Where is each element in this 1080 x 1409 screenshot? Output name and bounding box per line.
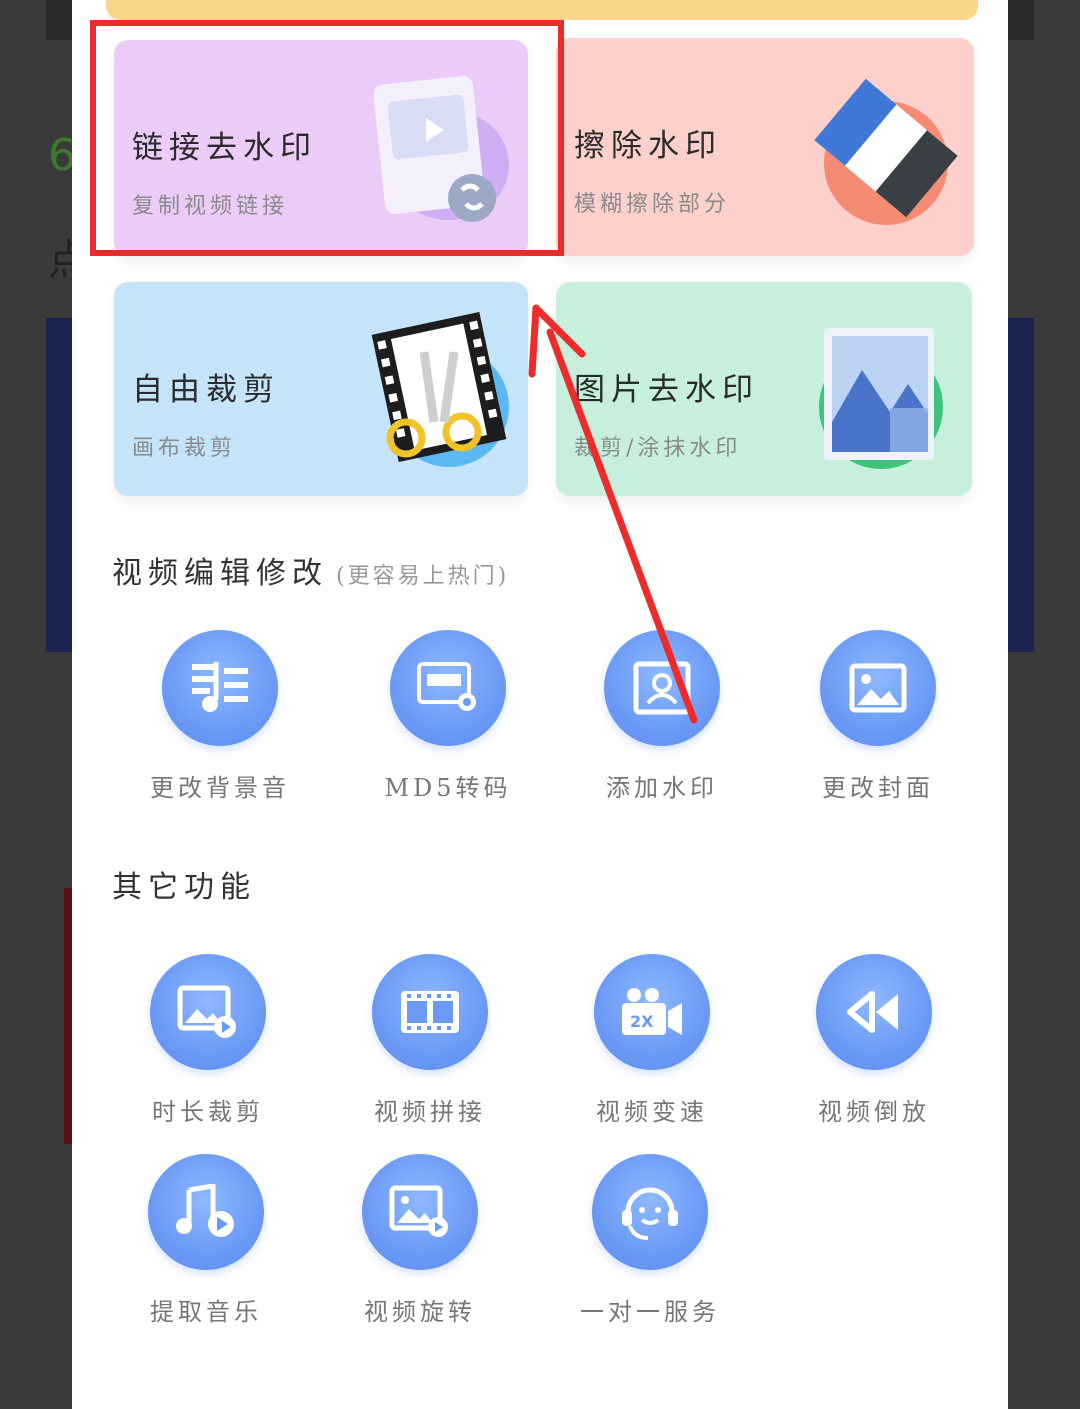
tool-label: 一对一服务	[580, 1298, 720, 1326]
tool-label: 视频拼接	[374, 1098, 486, 1126]
tool-one-on-one-service[interactable]: 一对一服务	[560, 1154, 740, 1327]
card-free-crop[interactable]: 自由裁剪 画布裁剪	[114, 282, 528, 496]
tool-label: 更改封面	[822, 774, 934, 802]
tool-circle[interactable]	[362, 1154, 478, 1270]
tool-video-reverse[interactable]: 视频倒放	[784, 954, 964, 1127]
card-subtitle: 画布裁剪	[132, 436, 237, 461]
card-image-remove-watermark[interactable]: 图片去水印 裁剪/涂抹水印	[556, 282, 972, 496]
card-title: 擦除水印	[574, 128, 722, 164]
tool-change-bgm[interactable]: 更改背景音	[130, 630, 310, 803]
music-play-icon	[176, 1184, 234, 1237]
tool-circle[interactable]	[148, 1154, 264, 1270]
highlight-box	[90, 20, 564, 256]
tool-label: 视频旋转	[364, 1298, 476, 1326]
section-title: 视频编辑修改	[112, 556, 328, 591]
tool-circle[interactable]	[372, 954, 488, 1070]
card-title: 图片去水印	[574, 372, 759, 408]
section-video-edit: 视频编辑修改 (更容易上热门)	[112, 548, 509, 592]
tool-extract-music[interactable]: 提取音乐	[116, 1154, 296, 1327]
card-title: 自由裁剪	[132, 372, 280, 408]
tool-label: MD5转码	[384, 774, 512, 802]
section-other: 其它功能	[112, 862, 256, 906]
card-subtitle: 裁剪/涂抹水印	[574, 436, 742, 461]
tool-video-rotate[interactable]: 视频旋转	[330, 1154, 510, 1327]
camera-2x-icon: 2X	[622, 988, 682, 1035]
tool-circle[interactable]	[162, 630, 278, 746]
section-title: 其它功能	[112, 870, 256, 905]
tool-video-speed[interactable]: 2X 视频变速	[562, 954, 742, 1127]
card-subtitle: 模糊擦除部分	[574, 192, 731, 217]
section-note: (更容易上热门)	[336, 564, 510, 589]
tool-duration-crop[interactable]: 时长裁剪	[118, 954, 298, 1127]
tool-circle[interactable]	[816, 954, 932, 1070]
md5-gear-icon	[417, 662, 476, 711]
image-icon	[849, 663, 907, 713]
tool-circle[interactable]: 2X	[594, 954, 710, 1070]
tool-circle[interactable]	[390, 630, 506, 746]
tool-label: 更改背景音	[150, 774, 290, 802]
tool-label: 提取音乐	[150, 1298, 262, 1326]
tool-label: 时长裁剪	[152, 1098, 264, 1126]
tool-circle[interactable]	[592, 1154, 708, 1270]
tool-add-watermark[interactable]: 添加水印	[572, 630, 752, 803]
portrait-frame-icon	[633, 661, 691, 715]
tool-circle[interactable]	[150, 954, 266, 1070]
tool-video-join[interactable]: 视频拼接	[340, 954, 520, 1127]
headset-service-icon	[622, 1187, 678, 1240]
tool-label: 视频变速	[596, 1098, 708, 1126]
film-scissors-icon	[371, 312, 509, 467]
svg-text:2X: 2X	[630, 1012, 654, 1031]
tool-label: 视频倒放	[818, 1098, 930, 1126]
landscape-photo-icon	[819, 328, 943, 469]
music-list-icon	[192, 662, 248, 712]
rewind-icon	[847, 991, 898, 1033]
eraser-icon	[814, 78, 958, 225]
tool-label: 添加水印	[606, 774, 718, 802]
tool-md5[interactable]: MD5转码	[358, 630, 538, 803]
top-yellow-card-edge[interactable]	[106, 0, 978, 20]
card-erase-watermark[interactable]: 擦除水印 模糊擦除部分	[556, 38, 974, 256]
image-rotate-icon	[389, 1185, 448, 1237]
film-strip-icon	[401, 991, 459, 1033]
image-play-icon	[177, 985, 236, 1038]
tool-change-cover[interactable]: 更改封面	[788, 630, 968, 803]
tool-circle[interactable]	[604, 630, 720, 746]
tool-circle[interactable]	[820, 630, 936, 746]
